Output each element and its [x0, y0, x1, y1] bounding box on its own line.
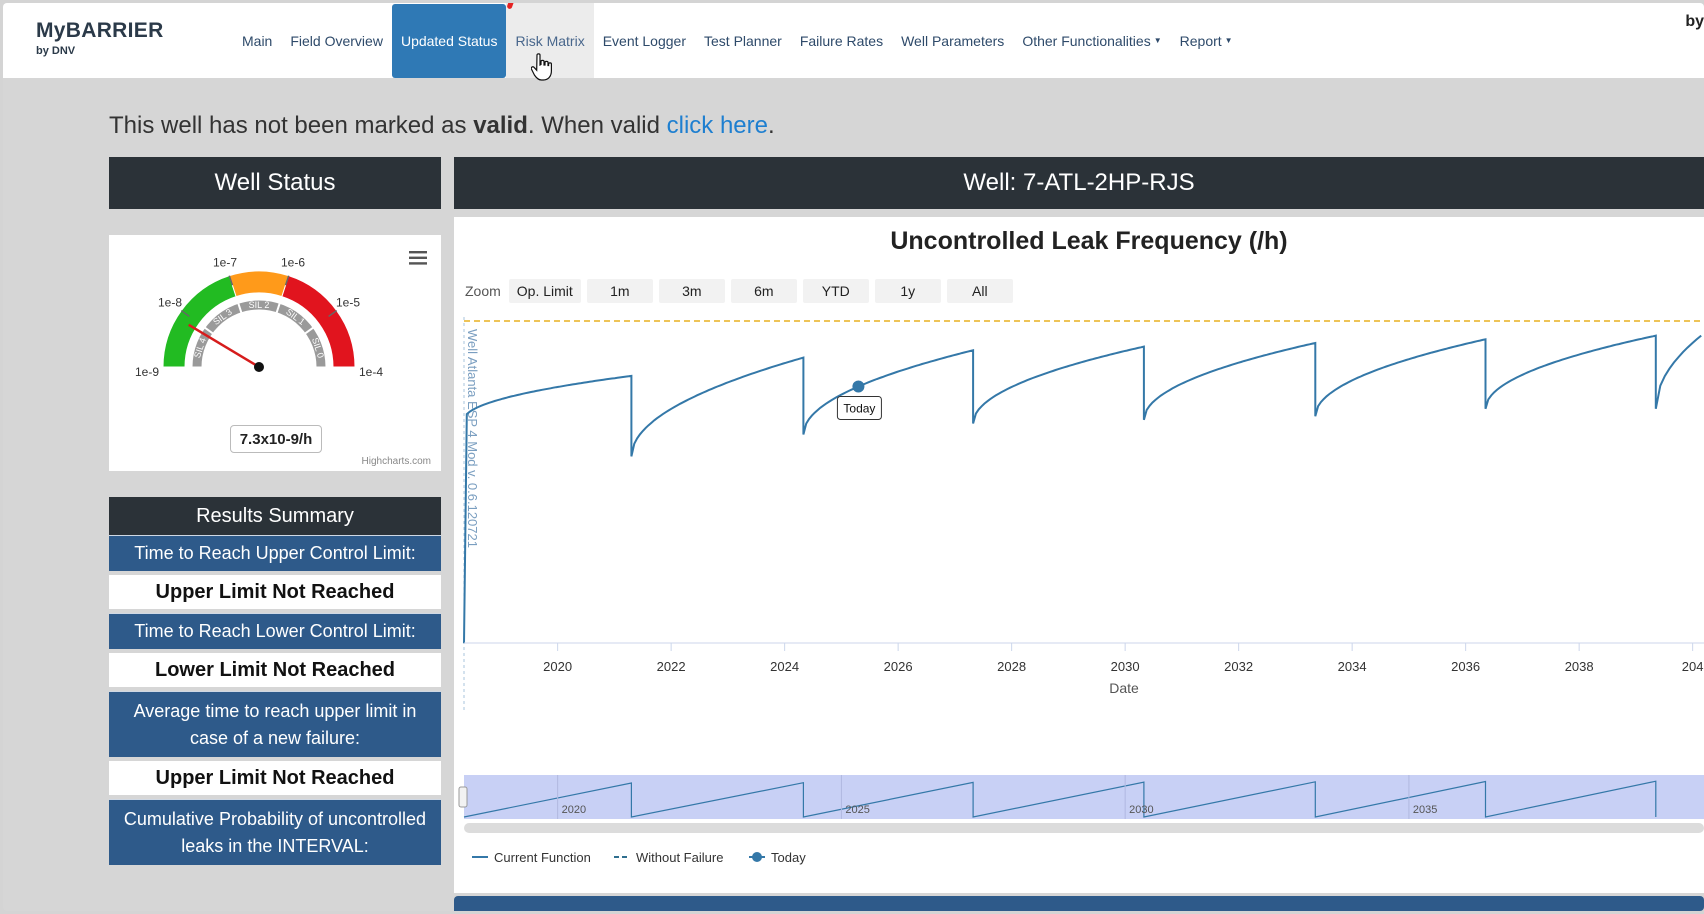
- nav-updated-status[interactable]: Updated Status: [391, 3, 507, 78]
- hand-cursor-icon: [531, 53, 552, 81]
- nav-other-functionalities[interactable]: Other Functionalities ▼: [1013, 3, 1170, 78]
- gauge-tick-label: 1e-9: [135, 365, 159, 379]
- x-axis-tick-label: 2026: [884, 659, 913, 674]
- x-axis-tick-label: 2024: [770, 659, 799, 674]
- gauge-tick-label: 1e-4: [359, 365, 383, 379]
- gauge-value-label: 7.3x10-9/h: [230, 425, 322, 453]
- gauge-card: SIL 4 SIL 3 SIL 2 SIL 1 SIL 0 1e-9 1e-8 1e-7 1e-…: [109, 235, 441, 471]
- validity-message: This well has not been marked as valid. …: [109, 112, 775, 140]
- x-axis-title: Date: [1109, 680, 1139, 696]
- nav-main[interactable]: Main: [233, 3, 281, 78]
- summary-label-cumulative-probability: Cumulative Probability of uncontrolled l…: [109, 799, 441, 865]
- validity-prefix: This well has not been marked as: [109, 112, 474, 139]
- nav-event-logger[interactable]: Event Logger: [594, 3, 695, 78]
- navigator-tick-label: 2035: [1413, 804, 1437, 816]
- header-by-text: by: [1685, 13, 1704, 30]
- x-axis-tick-label: 2028: [997, 659, 1026, 674]
- navigator-tick-label: 2020: [562, 804, 586, 816]
- gauge-tick-label: 1e-8: [158, 295, 182, 309]
- top-navbar: MyBARRIER by DNV Main Field Overview Upd…: [3, 3, 1704, 78]
- gauge-band-orange: [228, 270, 290, 298]
- zoom-label: Zoom: [465, 283, 501, 299]
- zoom-button-ytd[interactable]: YTD: [802, 279, 869, 303]
- series-current-function-line: [463, 334, 1702, 644]
- navigator-handle-left: [458, 786, 468, 808]
- summary-value-upper-limit: Upper Limit Not Reached: [109, 571, 441, 613]
- legend-today-symbol: [752, 852, 762, 862]
- validity-bold: valid: [473, 112, 528, 139]
- summary-label-upper-limit: Time to Reach Upper Control Limit:: [109, 535, 441, 571]
- zoom-button-3m[interactable]: 3m: [658, 279, 725, 303]
- nav-test-planner[interactable]: Test Planner: [695, 3, 791, 78]
- gauge-sil-label: SIL 2: [249, 300, 270, 310]
- summary-label-lower-limit: Time to Reach Lower Control Limit:: [109, 613, 441, 649]
- x-axis-tick-label: 2038: [1565, 659, 1594, 674]
- navigator-tick-label: 2025: [845, 804, 869, 816]
- nav-failure-rates[interactable]: Failure Rates: [791, 3, 892, 78]
- next-panel-header: [454, 896, 1704, 911]
- nav-report-label: Report: [1179, 32, 1222, 49]
- gauge-tick-label: 1e-7: [213, 255, 237, 269]
- x-axis-tick-label: 2034: [1338, 659, 1367, 674]
- brand-by: by DNV: [36, 45, 76, 57]
- leak-frequency-chart: Well Atlanta ESP 4 Mod v. 0.6.1207212020…: [458, 317, 1704, 865]
- well-status-title: Well Status: [109, 157, 441, 209]
- validity-middle: . When valid: [527, 112, 667, 139]
- brand-logo[interactable]: MyBARRIER by DNV: [36, 19, 164, 57]
- validity-suffix: .: [768, 112, 775, 139]
- x-axis-tick-label: 2022: [657, 659, 686, 674]
- navigator-mask: [464, 775, 1704, 819]
- results-summary-title: Results Summary: [109, 497, 441, 535]
- zoom-toolbar: Zoom Op. Limit 1m 3m 6m YTD 1y All: [465, 279, 1019, 303]
- x-axis-tick-label: 2036: [1451, 659, 1480, 674]
- summary-value-average-time: Upper Limit Not Reached: [109, 757, 441, 799]
- highcharts-credit[interactable]: Highcharts.com: [362, 456, 431, 467]
- x-axis-tick-label: 2020: [543, 659, 572, 674]
- main-nav: Main Field Overview Updated Status Risk …: [233, 3, 1242, 78]
- today-label: Today: [843, 402, 875, 416]
- nav-field-overview[interactable]: Field Overview: [281, 3, 392, 78]
- leak-frequency-chart-card: Well Atlanta ESP 4 Mod v. 0.6.120721 2020…: [454, 217, 1704, 893]
- x-axis-tick-label: 2032: [1224, 659, 1253, 674]
- zoom-button-6m[interactable]: 6m: [730, 279, 797, 303]
- legend-today: Today: [771, 850, 806, 865]
- chart-title: Uncontrolled Leak Frequency (/h): [890, 227, 1288, 255]
- summary-label-average-time: Average time to reach upper limit in cas…: [109, 691, 441, 757]
- legend-current-function: Current Function: [494, 850, 591, 865]
- zoom-button-1y[interactable]: 1y: [874, 279, 941, 303]
- nav-report[interactable]: Report ▼: [1171, 3, 1242, 78]
- zoom-button-op-limit[interactable]: Op. Limit: [508, 279, 581, 303]
- validity-click-here-link[interactable]: click here: [667, 112, 768, 139]
- caret-down-icon: ▼: [1153, 36, 1162, 45]
- zoom-button-all[interactable]: All: [946, 279, 1013, 303]
- brand-name: MyBARRIER: [36, 19, 164, 42]
- results-summary: Results Summary Time to Reach Upper Cont…: [109, 497, 441, 865]
- nav-other-label: Other Functionalities: [1022, 32, 1151, 49]
- well-title: Well: 7-ATL-2HP-RJS: [454, 157, 1704, 209]
- legend-without-failure: Without Failure: [636, 850, 723, 865]
- zoom-button-1m[interactable]: 1m: [586, 279, 653, 303]
- chart-menu-icon[interactable]: [409, 251, 427, 265]
- summary-value-lower-limit: Lower Limit Not Reached: [109, 649, 441, 691]
- gauge-tick-label: 1e-5: [336, 295, 360, 309]
- x-axis-tick-label: 204: [1682, 659, 1704, 674]
- gauge-tick-label: 1e-6: [281, 255, 305, 269]
- caret-down-icon: ▼: [1224, 36, 1233, 45]
- nav-well-parameters[interactable]: Well Parameters: [892, 3, 1013, 78]
- app-window: MyBARRIER by DNV Main Field Overview Upd…: [3, 3, 1704, 911]
- navigator-tick-label: 2030: [1129, 804, 1153, 816]
- today-marker: [852, 380, 865, 393]
- x-axis-tick-label: 2030: [1111, 659, 1140, 674]
- navigator-scrollbar: [464, 823, 1704, 833]
- gauge-pivot: [254, 362, 264, 372]
